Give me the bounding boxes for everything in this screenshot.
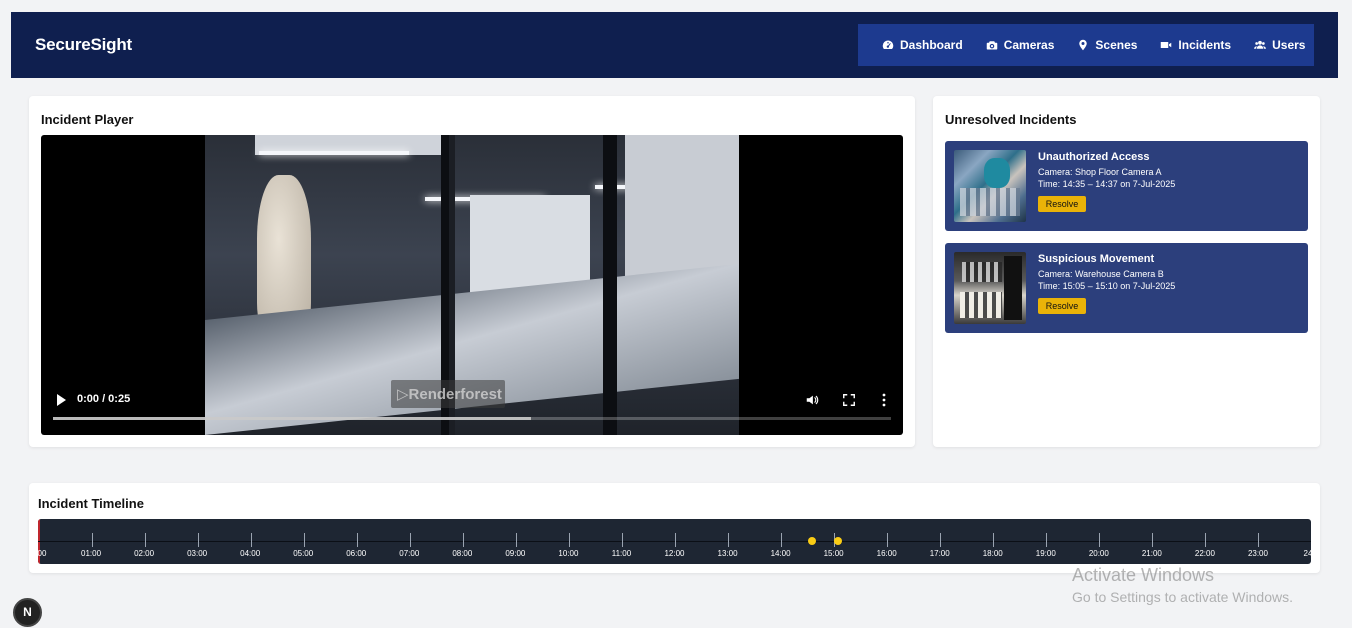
- timeline-tick-label: 21:00: [1141, 549, 1162, 558]
- camera-icon: [986, 41, 997, 50]
- timeline-tick: [1099, 533, 1101, 547]
- video-progress-bar[interactable]: [53, 417, 891, 420]
- timeline-tick-label: 24: [1303, 549, 1311, 558]
- timeline-tick: [462, 533, 464, 547]
- timeline-tick-label: 16:00: [876, 549, 897, 558]
- timeline-tick-label: 17:00: [929, 549, 950, 558]
- timeline-tick-label: 06:00: [346, 549, 367, 558]
- timeline-tick-label: 10:00: [558, 549, 579, 558]
- video-time: 0:00 / 0:25: [77, 393, 131, 405]
- video-icon: [1161, 42, 1172, 48]
- timeline-tick-label: 03:00: [187, 549, 208, 558]
- timeline-tick-label: 04:00: [240, 549, 261, 558]
- timeline-tick: [1205, 533, 1207, 547]
- timeline-tick: [91, 533, 93, 547]
- fullscreen-icon[interactable]: [842, 393, 856, 407]
- timeline-tick-label: 11:00: [611, 549, 632, 558]
- incident-thumbnail: [954, 252, 1026, 324]
- timeline-tick: [675, 533, 676, 547]
- nav-dashboard[interactable]: Dashboard: [882, 38, 963, 52]
- nav-cameras-label: Cameras: [1003, 38, 1055, 52]
- timeline-tick-label: 08:00: [452, 549, 473, 558]
- dev-tools-badge[interactable]: N: [13, 598, 42, 627]
- timeline-tick: [1152, 533, 1154, 547]
- incident-camera: Camera: Shop Floor Camera A: [1038, 167, 1162, 177]
- timeline-tick: [144, 533, 146, 547]
- timeline-tick: [1046, 533, 1048, 547]
- timeline-tick-label: 01:00: [81, 549, 102, 558]
- activate-line-2: Go to Settings to activate Windows.: [1072, 589, 1293, 605]
- timeline-tick: [728, 533, 730, 547]
- play-icon[interactable]: [55, 393, 67, 407]
- timeline-tick: [250, 533, 252, 547]
- timeline-tick: [197, 533, 199, 547]
- video-progress-buffered: [53, 417, 531, 420]
- incident-title: Unauthorized Access: [1038, 151, 1150, 163]
- users-icon: [1254, 40, 1267, 49]
- timeline-track[interactable]: 00 01:00 02:00 03:00 04:00 05:00 06:00 07:00 08:…: [38, 519, 1311, 564]
- nav-users[interactable]: Users: [1254, 38, 1305, 52]
- incident-title: Suspicious Movement: [1038, 253, 1155, 265]
- incident-camera: Camera: Warehouse Camera B: [1038, 269, 1164, 279]
- timeline-tick-label: 13:00: [717, 549, 738, 558]
- timeline-tick-label: 19:00: [1035, 549, 1056, 558]
- timeline-tick: [356, 533, 358, 547]
- incident-marker[interactable]: [807, 537, 816, 545]
- nav-incidents[interactable]: Incidents: [1160, 38, 1231, 52]
- video-controls: 0:00 / 0:25: [41, 385, 903, 435]
- timeline-tick: [940, 533, 942, 547]
- more-options-icon[interactable]: [879, 393, 889, 407]
- timeline-tick-label: 12:00: [664, 549, 685, 558]
- timeline-tick: [409, 533, 411, 547]
- nav-users-label: Users: [1272, 38, 1306, 52]
- timeline-title: Incident Timeline: [38, 496, 144, 511]
- timeline-tick: [303, 533, 305, 547]
- timeline-tick-label: 20:00: [1088, 549, 1109, 558]
- main-nav: Dashboard Cameras Scenes Incidents Users: [858, 24, 1314, 66]
- brand-logo[interactable]: SecureSight: [35, 35, 132, 55]
- timeline-tick-label: 15:00: [823, 549, 844, 558]
- timeline-tick-label: 05:00: [293, 549, 314, 558]
- timeline-tick: [887, 533, 889, 547]
- timeline-tick: [621, 533, 623, 547]
- top-nav-bar: SecureSight Dashboard Cameras Scenes Inc…: [11, 12, 1338, 78]
- resolve-button[interactable]: Resolve: [1038, 298, 1086, 314]
- timeline-tick-label: 00: [38, 549, 47, 558]
- timeline-tick-label: 18:00: [982, 549, 1003, 558]
- incident-time: Time: 14:35 – 14:37 on 7-Jul-2025: [1038, 179, 1176, 189]
- nav-scenes-label: Scenes: [1095, 38, 1138, 52]
- timeline-tick-label: 14:00: [770, 549, 791, 558]
- timeline-tick-label: 07:00: [399, 549, 420, 558]
- nav-scenes[interactable]: Scenes: [1077, 38, 1137, 52]
- unresolved-incidents-card: Unresolved Incidents Unauthorized Access…: [933, 96, 1320, 447]
- map-pin-icon: [1079, 39, 1088, 51]
- timeline-tick: [781, 533, 783, 547]
- video-player[interactable]: ▷Renderforest 0:00 / 0:25: [41, 135, 903, 435]
- incident-item[interactable]: Unauthorized Access Camera: Shop Floor C…: [945, 141, 1308, 231]
- nav-cameras[interactable]: Cameras: [986, 38, 1055, 52]
- windows-activation-watermark: Activate Windows Go to Settings to activ…: [1072, 565, 1293, 605]
- player-title: Incident Player: [41, 112, 134, 127]
- nav-dashboard-label: Dashboard: [900, 38, 963, 52]
- incident-timeline-card: Incident Timeline 00 01:00 02:00 03:00 04:00…: [29, 483, 1320, 573]
- unresolved-title: Unresolved Incidents: [945, 112, 1077, 127]
- incident-player-card: Incident Player ▷Renderforest 0:00 / 0:2…: [29, 96, 915, 447]
- timeline-tick: [515, 533, 517, 547]
- timeline-tick-label: 02:00: [134, 549, 155, 558]
- gauge-icon: [882, 40, 894, 50]
- incident-time: Time: 15:05 – 15:10 on 7-Jul-2025: [1038, 281, 1176, 291]
- nav-incidents-label: Incidents: [1178, 38, 1232, 52]
- volume-icon[interactable]: [805, 393, 819, 407]
- timeline-tick: [1258, 533, 1260, 547]
- incident-item[interactable]: Suspicious Movement Camera: Warehouse Ca…: [945, 243, 1308, 333]
- timeline-tick-label: 09:00: [505, 549, 526, 558]
- incident-marker[interactable]: [834, 537, 843, 545]
- timeline-tick: [993, 533, 995, 547]
- activate-line-1: Activate Windows: [1072, 565, 1215, 585]
- timeline-tick: [568, 533, 570, 547]
- incident-thumbnail: [954, 150, 1026, 222]
- timeline-tick-label: 22:00: [1194, 549, 1215, 558]
- timeline-tick-label: 23:00: [1247, 549, 1268, 558]
- resolve-button[interactable]: Resolve: [1038, 196, 1086, 212]
